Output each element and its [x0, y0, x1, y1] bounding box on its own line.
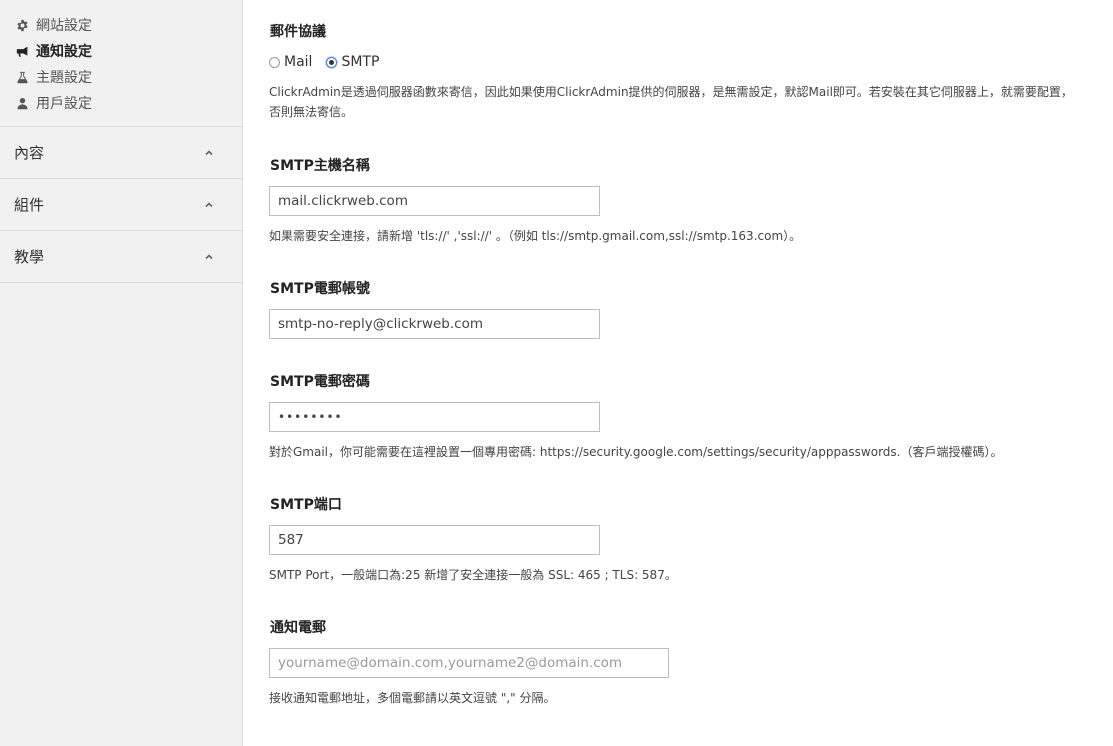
bullhorn-icon: [16, 45, 29, 58]
sidebar-item-label: 通知設定: [36, 44, 92, 60]
gear-icon: [16, 19, 29, 32]
protocol-help-text: ClickrAdmin是透過伺服器函數來寄信，因此如果使用ClickrAdmin…: [269, 85, 1073, 119]
sidebar-section-label: 教學: [14, 248, 45, 266]
sidebar-section-label: 組件: [14, 196, 45, 214]
sidebar-section-components[interactable]: 組件: [0, 179, 242, 231]
sidebar-item-theme-settings[interactable]: 主題設定: [16, 64, 242, 90]
sidebar-item-notification-settings[interactable]: 通知設定: [16, 38, 242, 64]
sidebar-section-label: 內容: [14, 144, 45, 162]
protocol-option-smtp[interactable]: SMTP: [326, 54, 379, 70]
sidebar: 網站設定 通知設定 主題設定 用戶設定 內容 組件 教學: [0, 0, 243, 746]
sidebar-item-label: 用戶設定: [36, 96, 92, 112]
settings-submenu: 網站設定 通知設定 主題設定 用戶設定: [0, 0, 242, 127]
sidebar-section-tutorials[interactable]: 教學: [0, 231, 242, 283]
chevron-up-icon: [204, 252, 214, 262]
smtp-user-label: SMTP電郵帳號: [270, 281, 370, 297]
smtp-password-input[interactable]: [269, 402, 600, 432]
smtp-port-label: SMTP端口: [270, 497, 342, 513]
smtp-host-input[interactable]: [269, 186, 600, 216]
protocol-option-mail[interactable]: Mail: [269, 54, 312, 70]
smtp-host-label: SMTP主機名稱: [270, 158, 370, 174]
smtp-host-help-text: 如果需要安全連接，請新增 'tls://' ,'ssl://' 。（例如 tls…: [269, 229, 802, 243]
smtp-port-help-text: SMTP Port，一般端口為:25 新增了安全連接一般為 SSL: 465 ;…: [269, 568, 677, 582]
smtp-password-help-text: 對於Gmail，你可能需要在這裡設置一個專用密碼: https://securi…: [269, 445, 1003, 459]
sidebar-item-user-settings[interactable]: 用戶設定: [16, 90, 242, 116]
notify-email-help-text: 接收通知電郵地址，多個電郵請以英文逗號 "," 分隔。: [269, 691, 556, 705]
user-icon: [16, 97, 29, 110]
flask-icon: [16, 71, 29, 84]
protocol-label: 郵件協議: [270, 24, 326, 40]
protocol-radio-group: Mail SMTP: [269, 54, 393, 70]
smtp-port-input[interactable]: [269, 525, 600, 555]
notify-email-label: 通知電郵: [270, 620, 326, 636]
sidebar-item-site-settings[interactable]: 網站設定: [16, 12, 242, 38]
sidebar-item-label: 網站設定: [36, 18, 92, 34]
chevron-up-icon: [204, 200, 214, 210]
smtp-password-label: SMTP電郵密碼: [270, 374, 370, 390]
smtp-user-input[interactable]: [269, 309, 600, 339]
chevron-up-icon: [204, 148, 214, 158]
sidebar-item-label: 主題設定: [36, 70, 92, 86]
sidebar-section-content[interactable]: 內容: [0, 127, 242, 179]
notify-email-input[interactable]: [269, 648, 669, 678]
